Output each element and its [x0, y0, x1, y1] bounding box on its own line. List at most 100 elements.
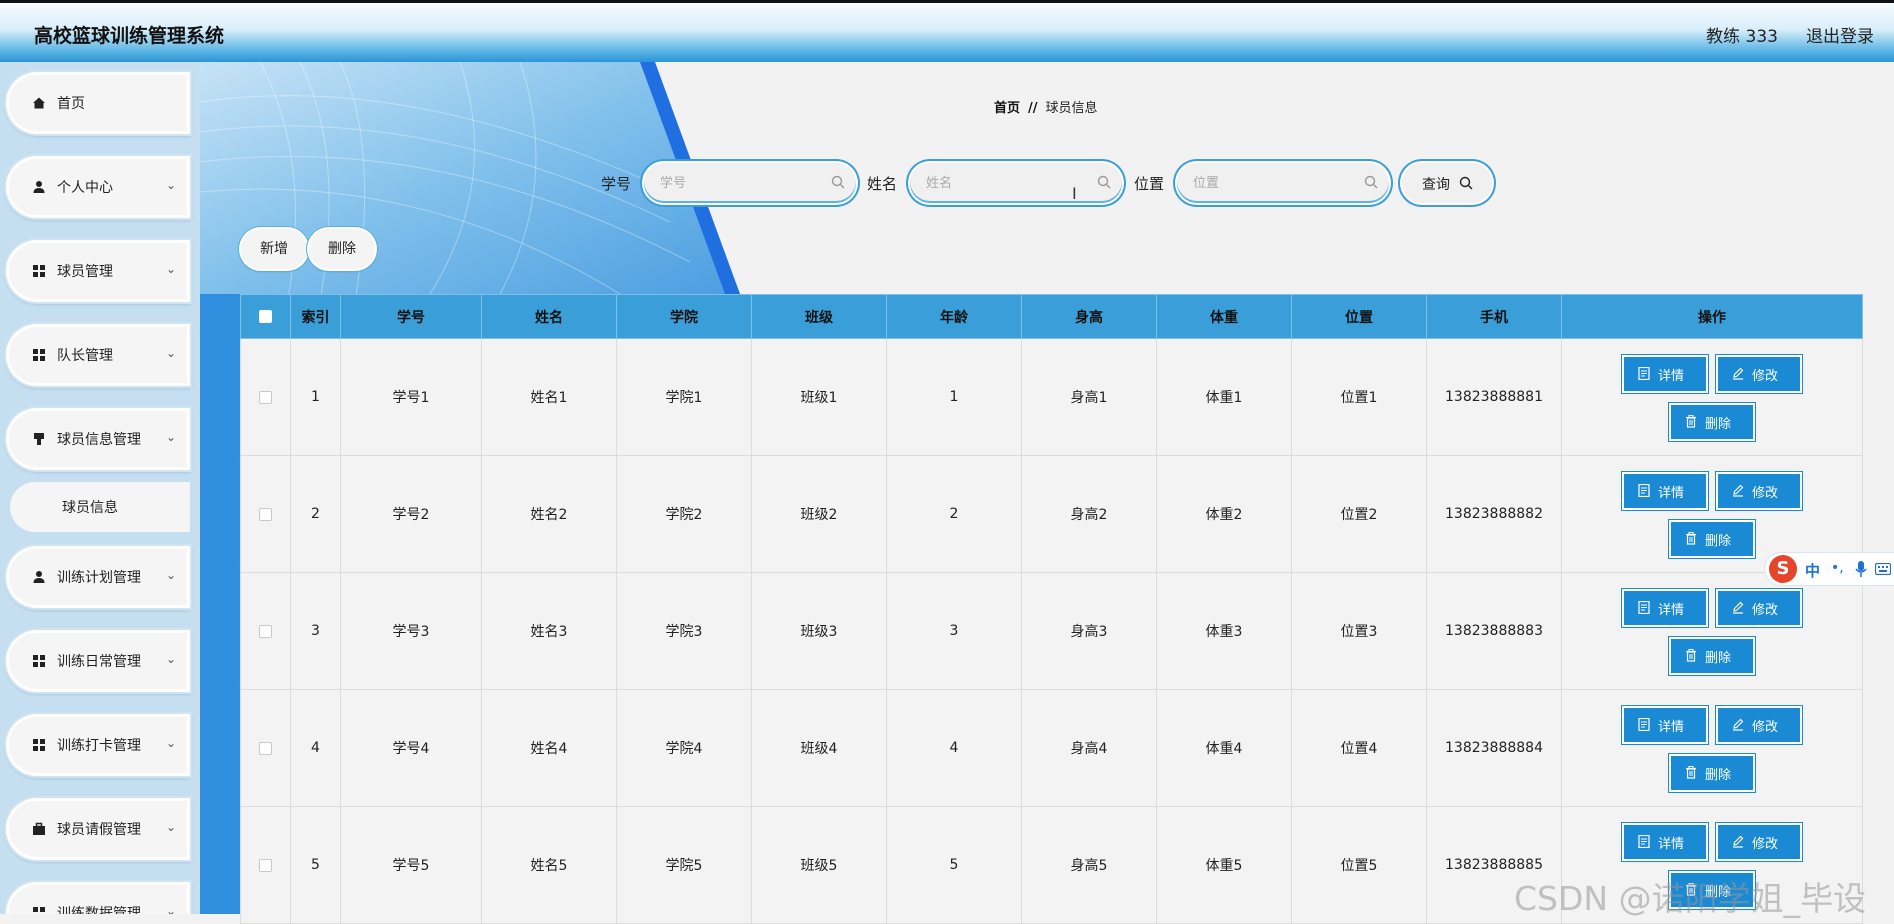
table-cell-college: 学院2	[616, 455, 752, 573]
name-input[interactable]	[924, 172, 1088, 194]
delete-button-label: 删除	[1705, 651, 1732, 666]
table-cell-age: 4	[886, 689, 1022, 807]
search-icon	[1364, 175, 1378, 189]
table-row: 3 学号3 姓名3 学院3 班级3 3 身高3 体重3 位置3 13823888883 详情 修改 删除	[240, 572, 1863, 690]
edit-button-label: 修改	[1752, 837, 1779, 852]
delete-button[interactable]: 删除	[1671, 405, 1753, 439]
sidebar-item-label: 个人中心	[57, 180, 113, 196]
detail-button[interactable]: 详情	[1624, 357, 1706, 391]
table-cell-weight: 体重4	[1156, 689, 1292, 807]
row-select-cell	[240, 338, 291, 456]
edit-button-label: 修改	[1752, 603, 1779, 618]
delete-button-label: 删除	[1705, 885, 1732, 900]
detail-button-label: 详情	[1658, 603, 1685, 618]
delete-button[interactable]: 删除	[1671, 873, 1753, 907]
add-button[interactable]: 新增	[241, 229, 307, 269]
name-label: 姓名	[867, 175, 898, 193]
grid-icon	[33, 349, 45, 361]
ime-punctuation-toggle[interactable]: •,	[1831, 560, 1844, 576]
position-input[interactable]	[1191, 172, 1355, 194]
table-cell-index: 4	[290, 689, 341, 807]
row-checkbox[interactable]	[259, 858, 272, 872]
table-cell-position: 位置5	[1291, 806, 1427, 924]
table-row: 1 学号1 姓名1 学院1 班级1 1 身高1 体重1 位置1 13823888881 详情 修改 删除	[240, 338, 1863, 456]
user-icon	[33, 181, 45, 193]
row-checkbox[interactable]	[259, 390, 272, 404]
detail-button[interactable]: 详情	[1624, 474, 1706, 508]
breadcrumb: 首页 // 球员信息	[994, 97, 1098, 116]
table-cell-id: 学号3	[340, 572, 482, 690]
flag-icon	[34, 433, 44, 445]
trash-icon	[1686, 766, 1696, 779]
breadcrumb-home[interactable]: 首页	[994, 101, 1020, 116]
trash-icon	[1686, 883, 1696, 896]
table-cell-weight: 体重5	[1156, 806, 1292, 924]
logout-link[interactable]: 退出登录	[1806, 22, 1874, 47]
microphone-icon[interactable]	[1855, 560, 1867, 578]
table-row: 5 学号5 姓名5 学院5 班级5 5 身高5 体重5 位置5 13823888885 详情 修改 删除	[240, 806, 1863, 924]
delete-button[interactable]: 删除	[1671, 756, 1753, 790]
ime-toolbar[interactable]: S 中 •,	[1764, 552, 1894, 586]
edit-button[interactable]: 修改	[1718, 357, 1800, 391]
edit-button[interactable]: 修改	[1718, 591, 1800, 625]
app-title: 高校篮球训练管理系统	[34, 25, 225, 47]
sidebar-item-player-info-management[interactable]: 球员信息管理 ⌄	[6, 408, 190, 470]
table-cell-position: 位置3	[1291, 572, 1427, 690]
edit-button[interactable]: 修改	[1718, 825, 1800, 859]
select-all-checkbox[interactable]	[259, 310, 272, 323]
column-header: 学号	[340, 294, 482, 339]
table-cell-index: 2	[290, 455, 341, 573]
position-search-box[interactable]	[1177, 163, 1389, 203]
sidebar-item-player-management[interactable]: 球员管理 ⌄	[6, 240, 190, 302]
document-icon	[1638, 367, 1650, 380]
student-id-input[interactable]	[658, 172, 822, 194]
row-checkbox[interactable]	[259, 624, 272, 638]
table-cell-id: 学号2	[340, 455, 482, 573]
ime-language-toggle[interactable]: 中	[1805, 560, 1820, 581]
keyboard-icon[interactable]	[1875, 563, 1891, 575]
sidebar-item-training-daily[interactable]: 训练日常管理 ⌄	[6, 630, 190, 692]
sidebar-item-label: 训练日常管理	[57, 654, 141, 670]
edit-button[interactable]: 修改	[1718, 708, 1800, 742]
sidebar-item-captain-management[interactable]: 队长管理 ⌄	[6, 324, 190, 386]
sidebar-subitem-player-info[interactable]: 球员信息	[10, 482, 190, 532]
edit-button[interactable]: 修改	[1718, 474, 1800, 508]
operations-group: 详情 修改删除	[1562, 698, 1862, 798]
operations-group: 详情 修改删除	[1562, 815, 1862, 915]
delete-button-label: 删除	[1705, 534, 1732, 549]
detail-button[interactable]: 详情	[1624, 825, 1706, 859]
detail-button-label: 详情	[1658, 369, 1685, 384]
table-cell-index: 1	[290, 338, 341, 456]
name-search-box[interactable]	[910, 163, 1122, 203]
column-header: 学院	[616, 294, 752, 339]
sidebar-item-training-checkin[interactable]: 训练打卡管理 ⌄	[6, 714, 190, 776]
delete-button[interactable]: 删除	[1671, 639, 1753, 673]
sidebar-item-player-leave[interactable]: 球员请假管理 ⌄	[6, 798, 190, 860]
column-header: 年龄	[886, 294, 1022, 339]
table-cell-weight: 体重1	[1156, 338, 1292, 456]
delete-button[interactable]: 删除	[1671, 522, 1753, 556]
edit-button-label: 修改	[1752, 720, 1779, 735]
column-header: 身高	[1021, 294, 1157, 339]
sogou-logo-icon: S	[1769, 555, 1797, 583]
chevron-down-icon: ⌄	[165, 262, 176, 276]
detail-button[interactable]: 详情	[1624, 591, 1706, 625]
student-id-search-box[interactable]	[644, 163, 856, 203]
search-icon	[1097, 175, 1111, 189]
detail-button[interactable]: 详情	[1624, 708, 1706, 742]
sidebar: 首页 个人中心 ⌄ 球员管理 ⌄ 队长管理 ⌄ 球员信息管理 ⌄ 球员信息 训练…	[0, 62, 200, 914]
sidebar-item-training-plan[interactable]: 训练计划管理 ⌄	[6, 546, 190, 608]
search-icon	[1459, 176, 1473, 190]
table-cell-id: 学号1	[340, 338, 482, 456]
sidebar-item-home[interactable]: 首页	[6, 72, 190, 134]
table-cell-phone: 13823888885	[1426, 806, 1562, 924]
row-checkbox[interactable]	[259, 507, 272, 521]
table-cell-age: 3	[886, 572, 1022, 690]
batch-delete-button[interactable]: 删除	[309, 229, 375, 269]
row-checkbox[interactable]	[259, 741, 272, 755]
sidebar-item-training-data[interactable]: 训练数据管理 ⌄	[6, 882, 190, 914]
sidebar-item-personal-center[interactable]: 个人中心 ⌄	[6, 156, 190, 218]
operations-cell: 详情 修改删除	[1561, 806, 1863, 924]
query-button[interactable]: 查询	[1402, 163, 1492, 203]
grid-icon	[33, 655, 45, 667]
